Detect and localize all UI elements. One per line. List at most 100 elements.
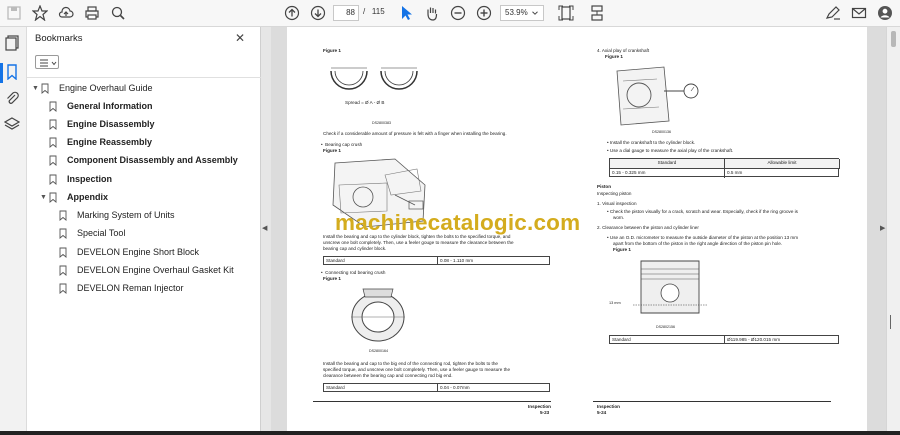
crankshaft-dial-gauge-illustration	[616, 66, 699, 126]
table-header-cell: Standard	[610, 159, 725, 169]
panel-title: Bookmarks	[35, 33, 83, 44]
zoom-out-icon[interactable]	[449, 4, 467, 22]
paragraph-text: clearance between the bearing cap and co…	[323, 373, 453, 378]
select-cursor-icon[interactable]	[397, 4, 415, 22]
bullet-item: worn.	[613, 215, 625, 220]
zoom-search-icon[interactable]	[109, 4, 127, 22]
footer-page-number: 5-23	[540, 410, 550, 415]
bookmark-reman-injector[interactable]: DEVELON Reman Injector	[59, 280, 184, 296]
bearing-spread-diagram	[330, 67, 418, 90]
bullet-item: apart from the bottom of the piston in t…	[613, 241, 783, 246]
figure-caption: Figure 1	[323, 48, 341, 53]
fit-page-icon[interactable]	[557, 4, 575, 22]
collapse-panel-icon[interactable]: ◀	[262, 224, 267, 232]
hand-icon[interactable]	[423, 4, 441, 22]
paragraph-text: bearing cap and cylinder block.	[323, 246, 387, 251]
bookmark-options-button[interactable]	[35, 55, 59, 69]
close-icon[interactable]: ✕	[235, 31, 245, 45]
page-number-input[interactable]: 88	[333, 5, 359, 21]
bookmark-label: Appendix	[67, 192, 109, 202]
page-count: / 115	[363, 7, 385, 16]
options-list-icon	[40, 59, 57, 67]
section-item: 2. Clearance between the piston and cyli…	[597, 225, 699, 230]
bookmark-marking-system[interactable]: Marking System of Units	[59, 207, 175, 223]
footer-title: Inspection	[528, 404, 551, 409]
figure-caption: Figure 1	[613, 247, 631, 252]
bookmark-icon	[59, 265, 67, 276]
bullet-item: • Check the piston visually for a crack,…	[607, 209, 798, 214]
spec-table: Standard Ø119.985 - Ø120.015 mm	[609, 335, 839, 344]
bookmark-icon	[49, 137, 57, 148]
bookmark-label: Engine Overhaul Guide	[59, 83, 153, 93]
figure-caption: Figure 1	[605, 54, 623, 59]
bookmark-engine-overhaul-guide[interactable]: ▼ Engine Overhaul Guide	[32, 80, 153, 96]
figure-code: DS2800136	[652, 130, 671, 134]
spec-table: Standard 0.08 - 1.110 mm	[323, 256, 550, 265]
bookmark-icon	[59, 228, 67, 239]
page-down-icon[interactable]	[309, 4, 327, 22]
bookmark-label: Special Tool	[77, 228, 126, 238]
bookmark-icon	[59, 247, 67, 258]
table-cell: 0.08 - 1.110 mm	[440, 258, 474, 263]
watermark-text: machinecatalogic.com	[335, 210, 581, 235]
bookmark-engine-reassembly[interactable]: Engine Reassembly	[49, 134, 152, 150]
bookmark-component-disassembly[interactable]: Component Disassembly and Assembly	[49, 152, 238, 168]
bookmark-appendix[interactable]: ▼ Appendix	[40, 189, 108, 205]
bookmark-icon	[41, 83, 49, 94]
bullet-item: • Use a dial gauge to measure the axial …	[607, 148, 734, 153]
layers-icon[interactable]	[3, 116, 22, 134]
table-cell: 0.04 - 0.07mm	[440, 385, 470, 390]
bullet-heading: • Connecting rod bearing crush	[321, 270, 386, 275]
spec-table: Standard Allowable limit 0.15 - 0.325 mm…	[609, 158, 840, 178]
bookmark-star-icon[interactable]	[31, 4, 49, 22]
print-icon[interactable]	[83, 4, 101, 22]
connecting-rod-illustration	[351, 288, 405, 342]
figure-caption: Figure 1	[323, 276, 341, 281]
table-header-cell: Allowable limit	[725, 159, 840, 169]
collapse-toggle-icon[interactable]: ▼	[40, 194, 49, 201]
bookmark-short-block[interactable]: DEVELON Engine Short Block	[59, 244, 199, 260]
mail-icon[interactable]	[850, 4, 868, 22]
figure-code: DS2802156	[656, 325, 675, 329]
zoom-dropdown-icon[interactable]	[530, 4, 540, 22]
bookmarks-icon[interactable]	[4, 64, 22, 82]
section-item: 1. Visual inspection	[597, 201, 637, 206]
figure-caption: Figure 1	[323, 148, 341, 153]
document-view[interactable]: Figure 1 Spread = Ø A - Ø B DS2800383 Ch…	[271, 27, 886, 435]
footer-page-number: 5-24	[597, 410, 607, 415]
document-page-right: 4. Axial play of crankshaft Figure 1 DS2…	[577, 27, 867, 435]
page-up-icon[interactable]	[283, 4, 301, 22]
table-cell: 0.5 mm	[727, 169, 743, 175]
section-heading: Piston	[597, 184, 612, 189]
bottom-edge	[0, 431, 900, 435]
bookmark-label: Marking System of Units	[77, 210, 175, 220]
page-thumbnails-icon[interactable]	[4, 35, 22, 53]
footer-rule	[313, 401, 551, 402]
bookmark-inspection[interactable]: Inspection	[49, 171, 112, 187]
paragraph-text: specified torque, and unscrew one bolt c…	[323, 367, 511, 372]
paragraph-text: Install the bearing and cap to the big e…	[323, 361, 498, 366]
scroll-mode-icon[interactable]	[588, 4, 606, 22]
attachments-icon[interactable]	[4, 90, 22, 108]
dimension-label: 13 mm	[609, 301, 621, 305]
save-icon[interactable]	[5, 4, 23, 22]
vertical-scrollbar[interactable]	[886, 27, 900, 435]
bookmark-special-tool[interactable]: Special Tool	[59, 225, 125, 241]
bookmark-general-information[interactable]: General Information	[49, 98, 153, 114]
bookmark-label: DEVELON Engine Overhaul Gasket Kit	[77, 265, 234, 275]
collapse-toggle-icon[interactable]: ▼	[32, 85, 41, 92]
figure-code: DS2800164	[369, 349, 388, 353]
main-toolbar: 88 / 115 53.9%	[0, 0, 900, 27]
account-icon[interactable]	[876, 4, 894, 22]
next-page-arrow-icon[interactable]: ▶	[880, 224, 885, 232]
table-cell: Standard	[324, 257, 438, 264]
zoom-in-icon[interactable]	[475, 4, 493, 22]
sign-icon[interactable]	[824, 4, 842, 22]
scrollbar-thumb[interactable]	[891, 31, 896, 47]
bookmark-icon	[49, 119, 57, 130]
bookmark-gasket-kit[interactable]: DEVELON Engine Overhaul Gasket Kit	[59, 262, 234, 278]
upload-icon[interactable]	[57, 4, 75, 22]
navigation-rail	[0, 27, 27, 435]
footer-rule	[593, 401, 831, 402]
bookmark-engine-disassembly[interactable]: Engine Disassembly	[49, 116, 155, 132]
